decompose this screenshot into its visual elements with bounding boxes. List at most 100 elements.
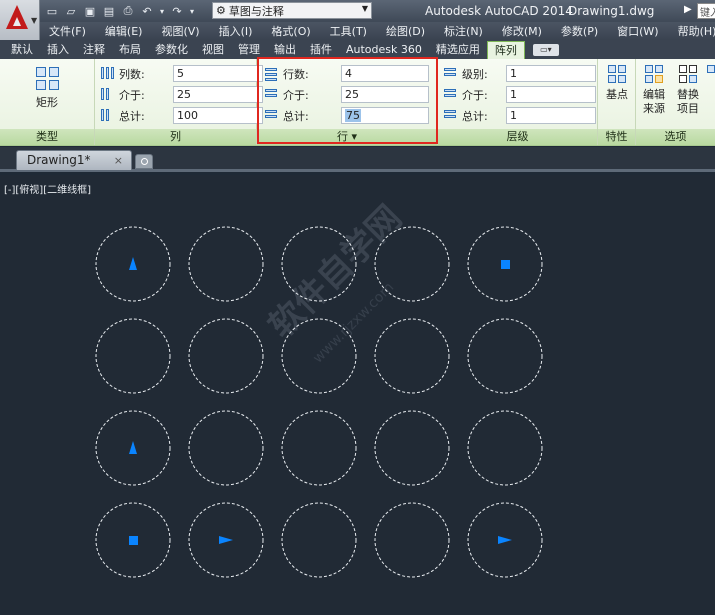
base-point-button[interactable]: 基点 — [602, 65, 632, 102]
tab-11[interactable]: 阵列 — [486, 41, 525, 59]
ribbon-tab-bar: 默认 插入 注释 布局 参数化 视图 管理 输出 插件 Autodesk 360 精选应用 阵列 ▭▾ — [0, 40, 715, 59]
array-circle[interactable] — [281, 318, 357, 394]
edit-source-button[interactable]: 编辑 来源 — [638, 65, 670, 116]
tab-8[interactable]: 插件 — [303, 41, 339, 59]
rows-total-input[interactable]: 75 — [341, 107, 429, 124]
tab-10[interactable]: 精选应用 — [429, 41, 487, 59]
levels-count-row: 级别: 1 — [444, 65, 596, 83]
reset-array-button[interactable] — [706, 65, 715, 88]
document-tab-drawing1[interactable]: Drawing1* × — [16, 150, 132, 170]
menu-item-6[interactable]: 绘图(D) — [386, 23, 425, 39]
tab-2[interactable]: 注释 — [76, 41, 112, 59]
document-tab-bar: Drawing1* × — [0, 147, 715, 172]
tab-7[interactable]: 输出 — [267, 41, 303, 59]
menu-item-10[interactable]: 窗口(W) — [617, 23, 658, 39]
panel-title-rows[interactable]: 行 ▾ — [257, 129, 437, 145]
triangle-up-grip-icon[interactable] — [129, 257, 137, 270]
search-input[interactable]: 键入 — [697, 3, 715, 19]
undo-icon[interactable]: ↶ — [139, 3, 155, 19]
workspace-label: 草图与注释 — [228, 4, 284, 18]
application-menu-button[interactable]: ▼ — [0, 0, 40, 40]
array-circle[interactable] — [188, 410, 264, 486]
columns-total-input[interactable]: 100 — [173, 107, 263, 124]
panel-title-properties: 特性 — [598, 129, 635, 145]
redo-icon[interactable]: ↷ — [169, 3, 185, 19]
menu-item-3[interactable]: 插入(I) — [219, 23, 253, 39]
panel-type: 矩形 类型 — [0, 59, 95, 145]
columns-between-input[interactable]: 25 — [173, 86, 263, 103]
tab-6[interactable]: 管理 — [231, 41, 267, 59]
array-circle[interactable] — [374, 502, 450, 578]
rows-total-icon — [265, 109, 279, 123]
tab-1[interactable]: 插入 — [40, 41, 76, 59]
menu-item-5[interactable]: 工具(T) — [330, 23, 367, 39]
triangle-right-grip-icon[interactable] — [498, 536, 512, 544]
array-circle[interactable] — [467, 318, 543, 394]
chevron-down-icon: ▼ — [31, 16, 38, 25]
tab-5[interactable]: 视图 — [195, 41, 231, 59]
triangle-right-grip-icon[interactable] — [219, 536, 233, 544]
print-icon[interactable]: ⎙ — [120, 3, 136, 19]
levels-total-input[interactable]: 1 — [506, 107, 596, 124]
arrow-right-icon[interactable]: ▶ — [684, 4, 692, 15]
columns-count-input[interactable]: 5 — [173, 65, 263, 82]
levels-count-input[interactable]: 1 — [506, 65, 596, 82]
menu-item-8[interactable]: 修改(M) — [502, 23, 542, 39]
menu-item-2[interactable]: 视图(V) — [161, 23, 199, 39]
rows-between-input[interactable]: 25 — [341, 86, 429, 103]
array-circle[interactable] — [374, 318, 450, 394]
tab-0[interactable]: 默认 — [4, 41, 40, 59]
menu-item-7[interactable]: 标注(N) — [444, 23, 483, 39]
close-icon[interactable]: × — [114, 151, 123, 170]
menu-item-0[interactable]: 文件(F) — [49, 23, 86, 39]
array-circle[interactable] — [188, 226, 264, 302]
tab-9[interactable]: Autodesk 360 — [339, 41, 429, 59]
ribbon-options-icon[interactable]: ▭▾ — [532, 44, 559, 56]
drawing-canvas[interactable]: [-][俯视][二维线框] 软件自学网 www.rjzxw.com — [0, 175, 715, 615]
array-circle[interactable] — [374, 410, 450, 486]
triangle-up-grip-icon[interactable] — [129, 441, 137, 454]
levels-between-input[interactable]: 1 — [506, 86, 596, 103]
chevron-down-icon: ▼ — [361, 4, 368, 13]
undo-dropdown-icon[interactable]: ▾ — [158, 3, 166, 19]
redo-dropdown-icon[interactable]: ▾ — [188, 3, 196, 19]
array-circle[interactable] — [281, 410, 357, 486]
base-point-icon — [606, 65, 628, 85]
new-file-icon[interactable]: ▭ — [44, 3, 60, 19]
columns-count-row: 列数: 5 — [101, 65, 263, 83]
save-icon[interactable]: ▣ — [82, 3, 98, 19]
array-circle[interactable] — [281, 502, 357, 578]
array-circle[interactable] — [467, 410, 543, 486]
menu-item-1[interactable]: 编辑(E) — [105, 23, 143, 39]
levels-spacing-icon — [444, 88, 458, 102]
rows-spacing-icon — [265, 88, 279, 102]
workspace-selector[interactable]: ⚙ 草图与注释 ▼ — [212, 2, 372, 19]
menu-item-11[interactable]: 帮助(H) — [678, 23, 715, 39]
tab-4[interactable]: 参数化 — [148, 41, 195, 59]
array-circle[interactable] — [95, 318, 171, 394]
levels-total-icon — [444, 109, 458, 123]
replace-item-button[interactable]: 替换 项目 — [672, 65, 704, 116]
array-circle[interactable] — [374, 226, 450, 302]
square-grip-icon[interactable] — [129, 536, 138, 545]
file-name: Drawing1.dwg — [568, 4, 655, 18]
title-bar: ▭ ▱ ▣ ▤ ⎙ ↶ ▾ ↷ ▾ ⚙ 草图与注释 ▼ Autodesk Aut… — [0, 0, 715, 22]
square-grip-icon[interactable] — [501, 260, 510, 269]
open-file-icon[interactable]: ▱ — [63, 3, 79, 19]
array-circle[interactable] — [188, 318, 264, 394]
new-tab-button[interactable] — [135, 154, 153, 169]
tab-3[interactable]: 布局 — [112, 41, 148, 59]
panel-title-options: 选项 — [636, 129, 715, 145]
replace-item-icon — [677, 65, 699, 85]
levels-between-row: 介于: 1 — [444, 86, 596, 104]
save-as-icon[interactable]: ▤ — [101, 3, 117, 19]
quick-access-toolbar: ▭ ▱ ▣ ▤ ⎙ ↶ ▾ ↷ ▾ — [44, 3, 196, 19]
array-circle[interactable] — [281, 226, 357, 302]
array-preview — [95, 226, 543, 578]
rectangular-array-button[interactable]: 矩形 — [22, 67, 72, 110]
menu-item-9[interactable]: 参数(P) — [561, 23, 598, 39]
columns-spacing-icon — [101, 88, 115, 102]
menu-item-4[interactable]: 格式(O) — [271, 23, 310, 39]
columns-total-icon — [101, 109, 115, 123]
rows-count-input[interactable]: 4 — [341, 65, 429, 82]
